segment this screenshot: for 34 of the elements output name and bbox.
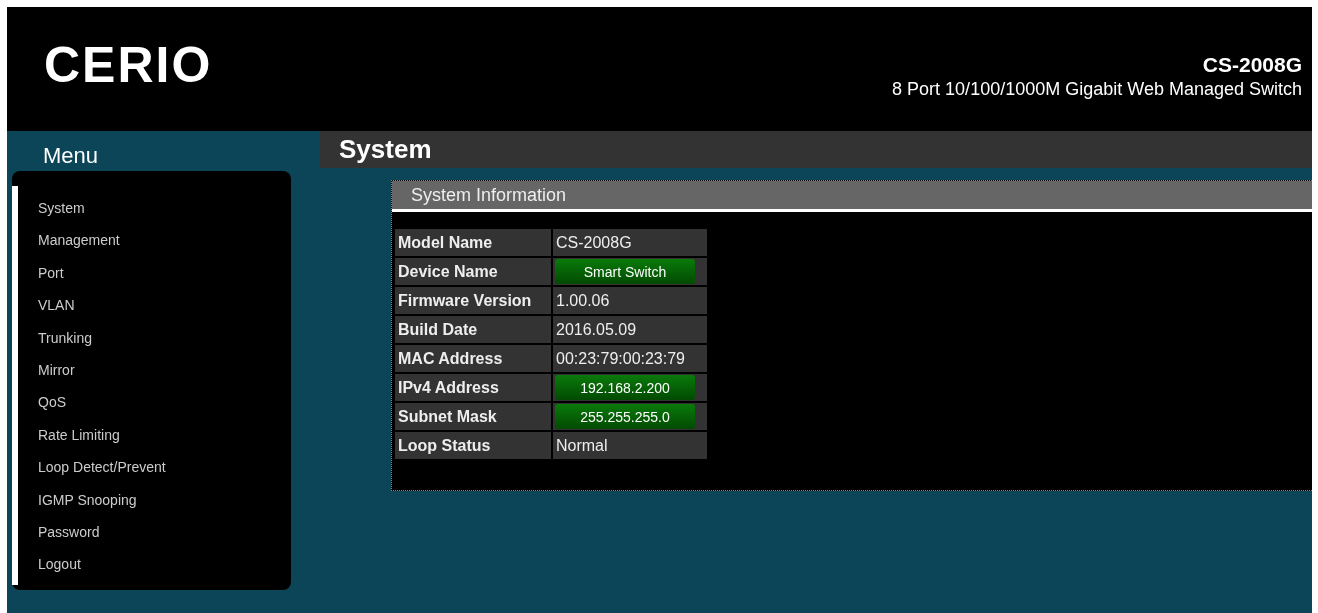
table-cell: Subnet Mask (395, 403, 551, 430)
table-cell: IPv4 Address (395, 374, 551, 401)
menu-item[interactable]: Password (18, 516, 100, 549)
menu-item[interactable]: Loop Detect/Prevent (18, 451, 166, 484)
value-button[interactable]: Smart Switch (555, 259, 695, 284)
model-name: CS-2008G (1202, 53, 1302, 77)
table-cell: 2016.05.09 (553, 316, 707, 343)
table-cell: Build Date (395, 316, 551, 343)
logo: CERIO (44, 37, 213, 93)
menu-item[interactable]: Port (18, 256, 64, 290)
menu-title: Menu (43, 143, 100, 169)
menu-item[interactable]: IGMP Snooping (18, 483, 137, 517)
table-cell: 1.00.06 (553, 287, 707, 314)
menu-item[interactable]: Logout (18, 548, 81, 581)
table-cell: CS-2008G (553, 229, 707, 256)
value-button[interactable]: 255.255.255.0 (555, 404, 695, 429)
table-cell: Model Name (395, 229, 551, 256)
value-button[interactable]: 192.168.2.200 (555, 375, 695, 400)
panel-title: System Information (411, 184, 567, 206)
table-cell: Loop Status (395, 432, 551, 459)
product-description: 8 Port 10/100/1000M Gigabit Web Managed Switch (892, 79, 1302, 100)
table-cell: Device Name (395, 258, 551, 285)
menu-item[interactable]: VLAN (18, 289, 75, 322)
menu-item[interactable]: Rate Limiting (18, 418, 120, 452)
menu-item[interactable]: Trunking (18, 321, 92, 355)
table-cell: Normal (553, 432, 707, 459)
page-title: System (339, 134, 432, 165)
menu-item[interactable]: QoS (18, 386, 66, 419)
menu-item[interactable]: Management (18, 224, 120, 257)
table-cell: 00:23:79:00:23:79 (553, 345, 707, 372)
menu-item[interactable]: Mirror (18, 354, 75, 387)
table-cell: MAC Address (395, 345, 551, 372)
menu-item[interactable]: System (18, 192, 85, 225)
table-cell: Firmware Version (395, 287, 551, 314)
